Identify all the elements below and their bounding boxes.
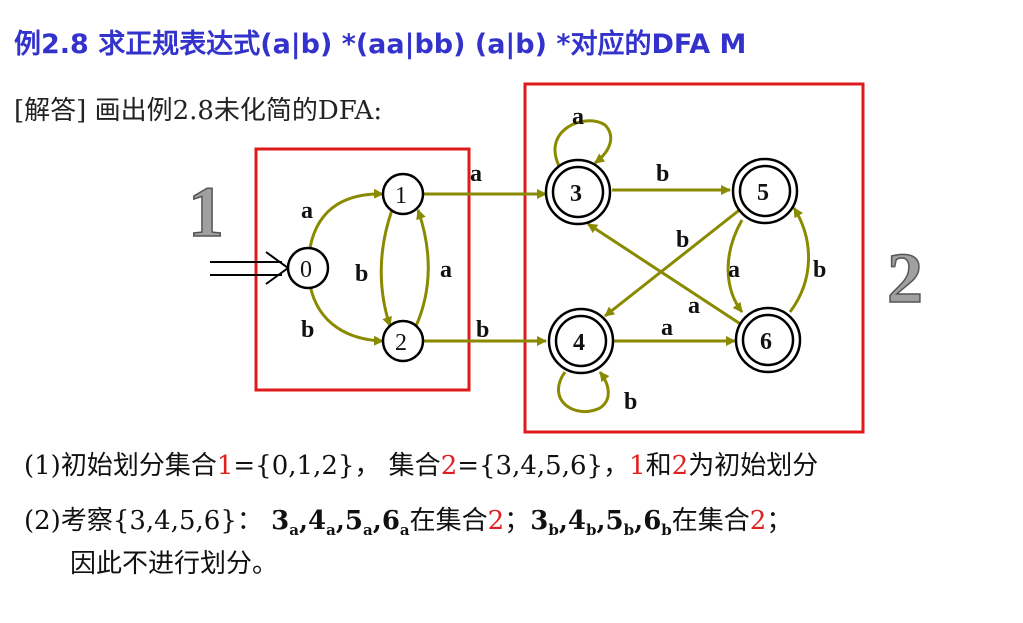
state-2: 2 (381, 319, 425, 363)
term-6b: 6b (643, 506, 672, 539)
edge-1-2 (379, 209, 394, 327)
svg-text:6: 6 (760, 329, 772, 355)
svg-text:2: 2 (395, 330, 407, 356)
line1-suffix: 为初始划分 (688, 451, 819, 481)
state-6: 6 (734, 306, 802, 374)
edge-2-1 (414, 209, 430, 327)
term-4a: 4a, (308, 506, 345, 539)
edge-label-4-4: b (624, 389, 637, 415)
edge-4-4 (557, 371, 610, 414)
edge-label-1-2: b (355, 261, 368, 287)
line-examine: (2)考察{3,4,5,6}： 3a,4a,5a,6a在集合2；3b,4b,5b… (24, 500, 792, 539)
line1-n1: 1 (629, 451, 646, 481)
line1-set2-name: 2 (440, 451, 458, 481)
edge-label-3-5: b (656, 161, 669, 187)
line2-in-set-b: 在集合 (671, 506, 750, 536)
line1-prefix: (1)初始划分集合 (24, 451, 217, 481)
edge-label-4-6: a (661, 315, 673, 341)
edge-label-5-4: b (676, 227, 689, 253)
term-4b: 4b, (567, 506, 606, 539)
term-3b: 3b, (530, 506, 568, 539)
edge-label-6-5: b (813, 257, 826, 283)
svg-text:0: 0 (300, 257, 312, 283)
edge-label-6-3: a (688, 293, 700, 319)
edge-0-1 (308, 188, 384, 249)
edge-label-0-2: b (301, 317, 314, 343)
line1-n2: 2 (671, 451, 689, 481)
state-0: 0 (286, 246, 330, 290)
edge-0-2 (308, 284, 384, 346)
edge-label-2-1: a (440, 257, 452, 283)
line2-punct-b: ； (766, 506, 793, 536)
svg-text:1: 1 (395, 183, 407, 209)
line1-set1-name: 1 (216, 451, 234, 481)
line3-text: 因此不进行划分。 (70, 549, 279, 579)
svg-text:5: 5 (757, 180, 769, 206)
line2-punct-a: ； (504, 506, 531, 536)
line2-in-set-a: 在集合 (409, 506, 488, 536)
term-5b: 5b, (605, 506, 644, 539)
line1-set1-value: ={0,1,2}， 集合 (233, 451, 441, 481)
group-label-1: 1 (188, 172, 224, 252)
edge-label-2-4: b (476, 317, 489, 343)
edge-6-5 (788, 207, 810, 313)
line1-set2-value: ={3,4,5,6}， (457, 451, 630, 481)
term-6a: 6a (381, 506, 410, 539)
edge-label-3-3: a (572, 104, 584, 130)
state-1: 1 (381, 172, 425, 216)
line2-set-b: 2 (749, 506, 767, 536)
line-conclusion: 因此不进行划分。 (70, 543, 278, 580)
edge-label-5-6: a (728, 257, 740, 283)
edge-label-1-3: a (470, 161, 482, 187)
line-initial-partition: (1)初始划分集合1={0,1,2}， 集合2={3,4,5,6}，1和2为初始… (24, 445, 818, 482)
line2-set-a: 2 (487, 506, 505, 536)
state-5: 5 (731, 157, 799, 225)
state-4: 4 (547, 307, 615, 375)
term-5a: 5a, (344, 506, 382, 539)
svg-text:3: 3 (570, 181, 582, 207)
line2-prefix: (2)考察{3,4,5,6}： (24, 506, 272, 536)
group-label-2: 2 (887, 238, 923, 318)
start-arrow (210, 251, 290, 285)
svg-text:4: 4 (573, 330, 585, 356)
term-3a: 3a, (271, 506, 309, 539)
line1-and: 和 (645, 451, 672, 481)
edge-label-0-1: a (301, 198, 313, 224)
edge-5-4 (604, 206, 743, 318)
state-3: 3 (544, 158, 612, 226)
